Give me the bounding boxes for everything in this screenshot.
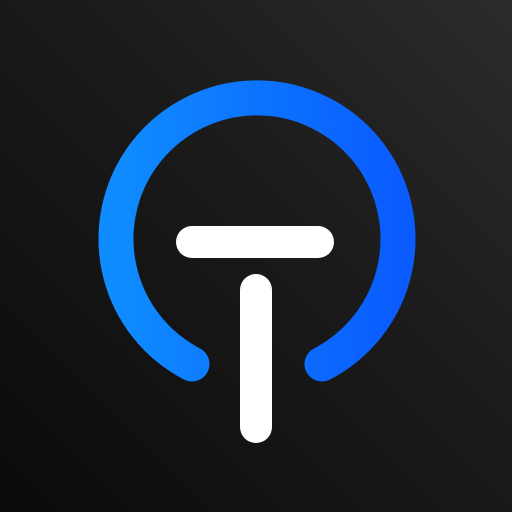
app-icon [0, 0, 512, 512]
t-logo-icon [98, 80, 416, 443]
